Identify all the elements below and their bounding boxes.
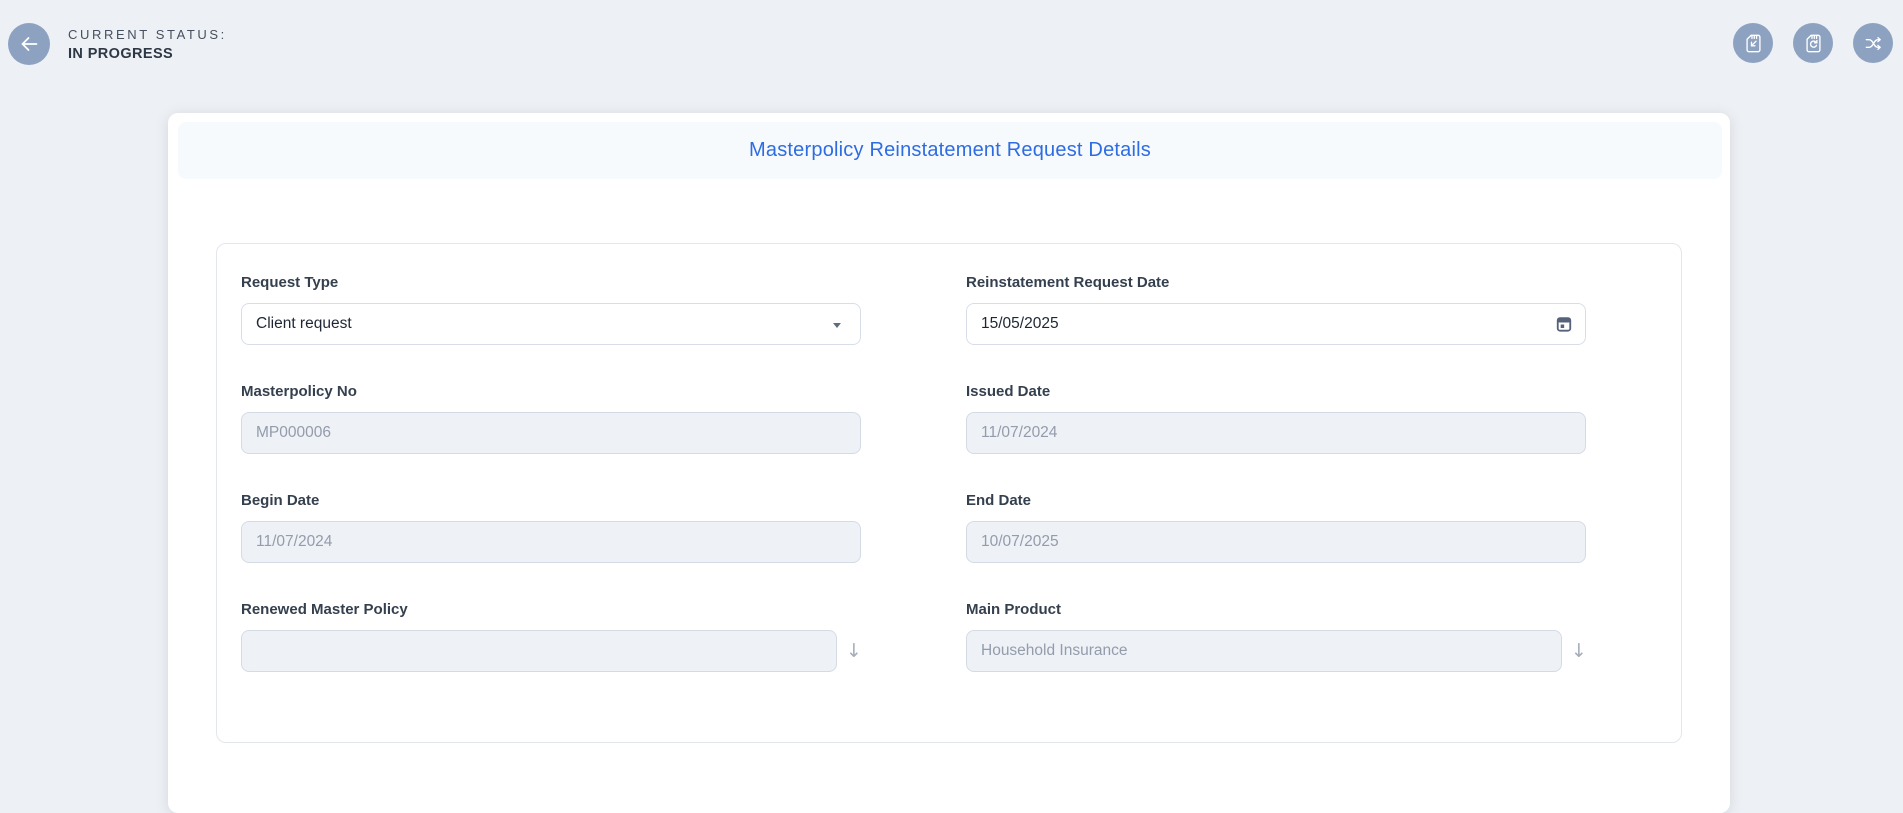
- current-status: CURRENT STATUS: IN PROGRESS: [68, 27, 227, 62]
- renewed-master-policy-label: Renewed Master Policy: [241, 601, 861, 618]
- renewed-master-policy-lookup: ↓: [241, 630, 861, 672]
- end-date-label: End Date: [966, 492, 1586, 509]
- main-product-input: [966, 630, 1562, 672]
- page-title: Masterpolicy Reinstatement Request Detai…: [749, 139, 1151, 162]
- field-issued-date: Issued Date: [966, 383, 1586, 454]
- request-type-label: Request Type: [241, 274, 861, 291]
- field-renewed-master-policy: Renewed Master Policy ↓: [241, 601, 861, 672]
- sync-file-button[interactable]: [1793, 23, 1833, 63]
- chevron-down-icon: [833, 323, 841, 328]
- request-date-wrap: [966, 303, 1586, 345]
- card-title-banner: Masterpolicy Reinstatement Request Detai…: [178, 122, 1722, 179]
- request-date-label: Reinstatement Request Date: [966, 274, 1586, 291]
- field-begin-date: Begin Date: [241, 492, 861, 563]
- shuffle-button[interactable]: [1853, 23, 1893, 63]
- begin-date-input: [241, 521, 861, 563]
- field-masterpolicy-no: Masterpolicy No: [241, 383, 861, 454]
- current-status-value: IN PROGRESS: [68, 46, 227, 62]
- main-product-label: Main Product: [966, 601, 1586, 618]
- field-end-date: End Date: [966, 492, 1586, 563]
- shuffle-icon: [1862, 32, 1885, 55]
- end-date-input: [966, 521, 1586, 563]
- file-sync-icon: [1802, 32, 1825, 55]
- request-form-panel: Request Type Client request Reinstatemen…: [216, 243, 1682, 743]
- current-status-label: CURRENT STATUS:: [68, 27, 227, 42]
- calendar-icon[interactable]: [1554, 314, 1574, 334]
- lookup-down-arrow-icon[interactable]: ↓: [1571, 642, 1587, 661]
- issued-date-input: [966, 412, 1586, 454]
- field-request-type: Request Type Client request: [241, 274, 861, 345]
- masterpolicy-no-label: Masterpolicy No: [241, 383, 861, 400]
- request-type-selected-value: Client request: [256, 315, 352, 333]
- masterpolicy-no-input: [241, 412, 861, 454]
- renewed-master-policy-input: [241, 630, 837, 672]
- field-main-product: Main Product ↓: [966, 601, 1586, 672]
- request-type-select[interactable]: Client request: [241, 303, 861, 345]
- main-product-lookup: ↓: [966, 630, 1586, 672]
- lookup-down-arrow-icon[interactable]: ↓: [846, 642, 862, 661]
- request-date-input[interactable]: [966, 303, 1586, 345]
- field-reinstatement-request-date: Reinstatement Request Date: [966, 274, 1586, 345]
- form-grid: Request Type Client request Reinstatemen…: [241, 274, 1681, 672]
- begin-date-label: Begin Date: [241, 492, 861, 509]
- export-file-button[interactable]: [1733, 23, 1773, 63]
- issued-date-label: Issued Date: [966, 383, 1586, 400]
- back-button[interactable]: [8, 23, 50, 65]
- file-export-icon: [1742, 32, 1765, 55]
- request-details-card: Masterpolicy Reinstatement Request Detai…: [168, 113, 1730, 813]
- arrow-left-icon: [17, 32, 41, 56]
